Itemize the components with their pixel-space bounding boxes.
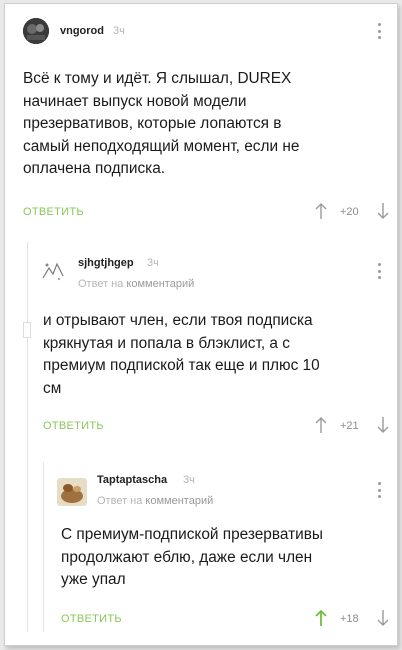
comment-text-line: продолжают еблю, даже если член bbox=[61, 548, 313, 566]
reply-to: Ответ на комментарий bbox=[97, 495, 213, 507]
reply-button[interactable]: ОТВЕТИТЬ bbox=[61, 613, 122, 625]
kebab-menu-icon[interactable] bbox=[377, 482, 381, 498]
reply-to-prefix: Ответ на bbox=[97, 495, 143, 507]
timestamp: 3ч bbox=[183, 474, 195, 486]
rating: +18 bbox=[340, 613, 359, 625]
comment-text-line: С премиум-подпиской презервативы bbox=[61, 526, 323, 543]
avatar[interactable] bbox=[57, 478, 87, 506]
arrow-down-icon[interactable] bbox=[376, 609, 390, 627]
comments-thread: vngorod 3ч Всё к тому и идёт. Я слышал, … bbox=[4, 3, 398, 646]
reply-to-link[interactable]: комментарий bbox=[145, 495, 213, 507]
username[interactable]: Taptaptascha bbox=[97, 474, 167, 486]
comment-text-line: уже упал bbox=[61, 571, 126, 588]
comment-3: Taptaptascha 3ч Ответ на комментарий С п… bbox=[5, 4, 399, 644]
avatar-image bbox=[57, 478, 87, 506]
arrow-up-icon[interactable] bbox=[314, 609, 328, 627]
comment-text: С премиум-подпиской презервативы продолж… bbox=[61, 524, 391, 592]
